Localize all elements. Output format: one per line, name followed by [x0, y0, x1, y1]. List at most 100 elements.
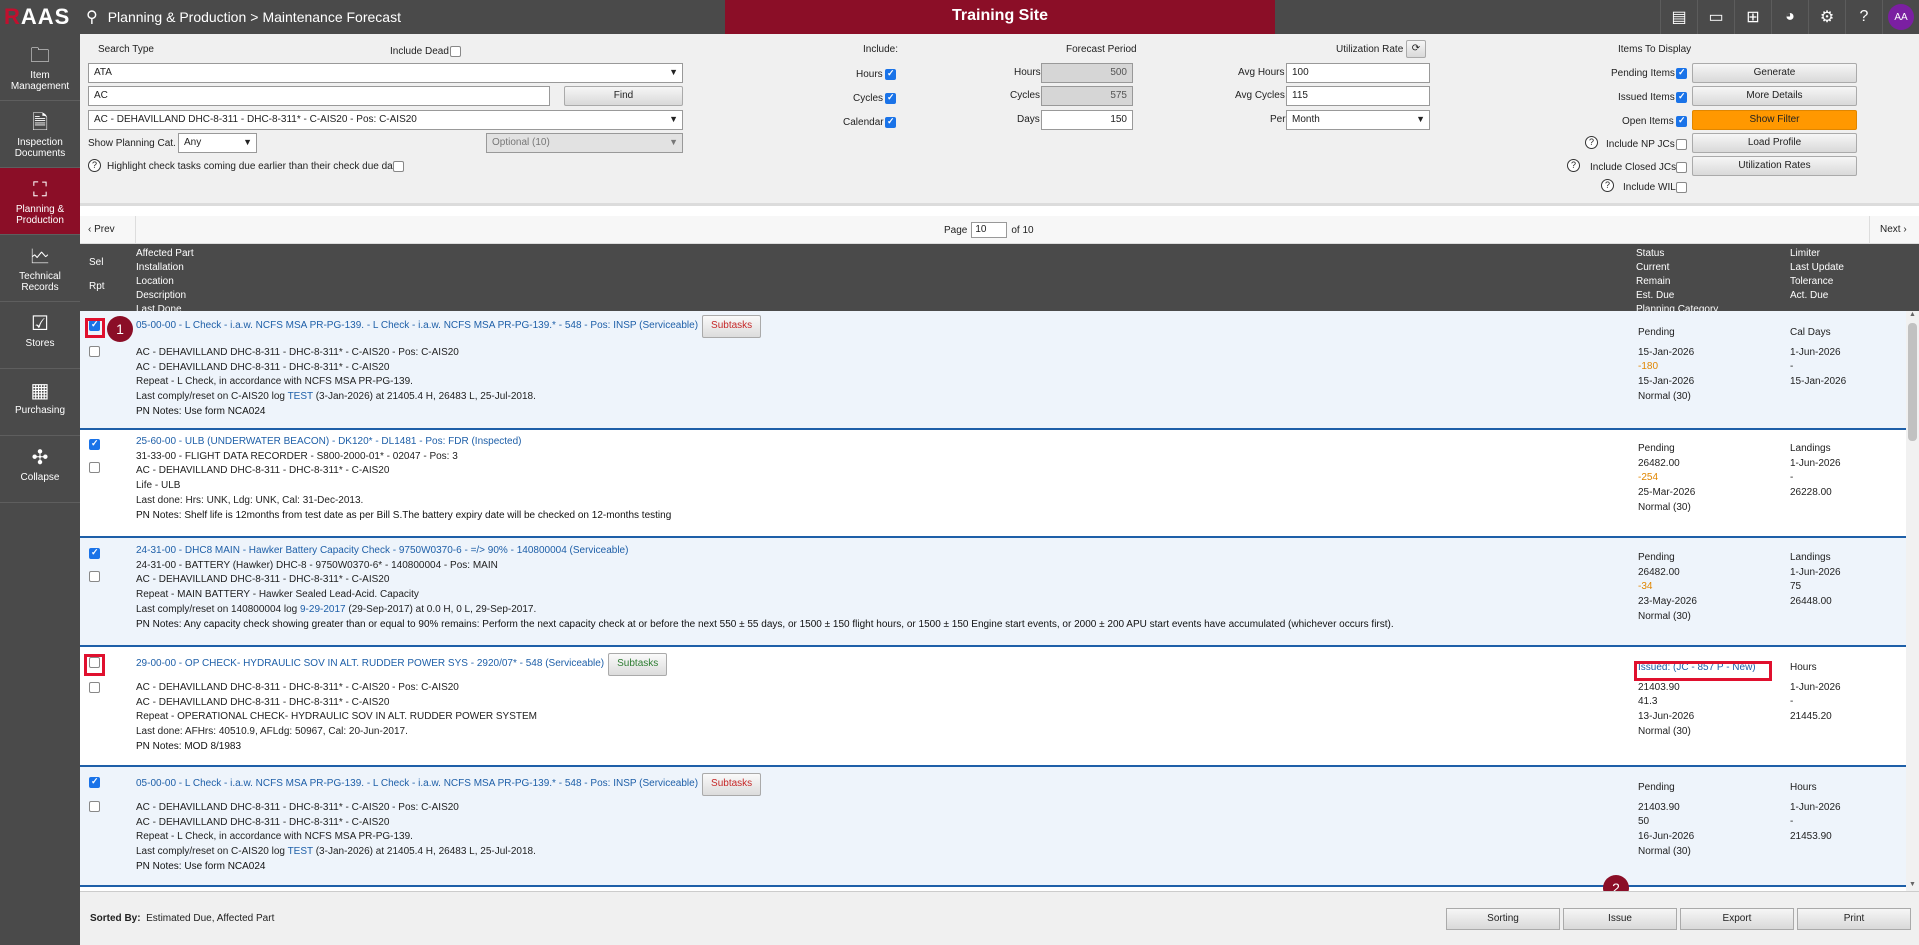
export-button[interactable]: Export: [1680, 908, 1794, 930]
table-scrollbar[interactable]: ▲ ▼: [1906, 311, 1919, 891]
status-text: Pending: [1638, 552, 1675, 563]
task-title-link[interactable]: 05-00-00 - L Check - i.a.w. NCFS MSA PR-…: [136, 778, 698, 789]
scroll-down-icon[interactable]: ▼: [1906, 881, 1919, 891]
fp-days-input[interactable]: 150: [1041, 110, 1133, 130]
chevron-down-icon: ▼: [669, 67, 678, 77]
generate-button[interactable]: Generate: [1692, 63, 1857, 83]
task-title-link[interactable]: 24-31-00 - DHC8 MAIN - Hawker Battery Ca…: [136, 544, 1394, 559]
filter-panel: Search Type Include Dead ATA ▼ AC Find AC…: [80, 34, 1919, 206]
search-type-label: Search Type: [98, 44, 154, 55]
breadcrumb-separator: >: [250, 9, 259, 25]
log-link[interactable]: TEST: [288, 391, 313, 402]
select-checkbox[interactable]: [89, 438, 100, 450]
highlight-checkbox[interactable]: [393, 161, 404, 172]
select-checkbox[interactable]: [89, 776, 100, 788]
table-row: 25-60-00 - ULB (UNDERWATER BEACON) - DK1…: [80, 430, 1906, 538]
avg-cycles-input[interactable]: 115: [1286, 86, 1430, 106]
planning-cat-select[interactable]: Any ▼: [178, 133, 257, 153]
top-bar: RAAS ⚲ Planning & Production > Maintenan…: [0, 0, 1919, 34]
status-text: Pending: [1638, 782, 1675, 793]
repeat-checkbox[interactable]: [89, 571, 100, 582]
avatar: AA: [1888, 4, 1914, 30]
app-logo[interactable]: RAAS: [0, 0, 80, 34]
header-sel: Sel Rpt: [89, 257, 105, 292]
select-checkbox[interactable]: [89, 547, 100, 559]
avg-hours-input[interactable]: 100: [1286, 63, 1430, 83]
refresh-icon[interactable]: ⟳: [1406, 40, 1426, 58]
scroll-up-icon[interactable]: ▲: [1906, 311, 1919, 321]
per-select[interactable]: Month ▼: [1286, 110, 1430, 130]
help-icon[interactable]: ?: [88, 159, 101, 172]
task-title-link[interactable]: 25-60-00 - ULB (UNDERWATER BEACON) - DK1…: [136, 435, 671, 450]
sidebar-item-inspection-documents[interactable]: 🗎 Inspection Documents: [0, 101, 80, 168]
table-row: 29-00-00 - OP CHECK- HYDRAULIC SOV IN AL…: [80, 647, 1906, 767]
sorting-button[interactable]: Sorting: [1446, 908, 1560, 930]
include-cycles-checkbox[interactable]: [885, 92, 896, 104]
log-link[interactable]: TEST: [288, 846, 313, 857]
more-details-button[interactable]: More Details: [1692, 86, 1857, 106]
optional-select[interactable]: Optional (10) ▼: [486, 133, 683, 153]
help-icon[interactable]: ?: [1601, 179, 1614, 192]
binoculars-icon: ⚲: [86, 9, 98, 26]
aircraft-select[interactable]: AC - DEHAVILLAND DHC-8-311 - DHC-8-311* …: [88, 110, 683, 130]
forecast-table-body: 05-00-00 - L Check - i.a.w. NCFS MSA PR-…: [80, 311, 1906, 891]
chat-icon[interactable]: ▭: [1697, 0, 1734, 34]
sidebar-item-technical-records[interactable]: 🗠 Technical Records: [0, 235, 80, 302]
include-calendar-checkbox[interactable]: [885, 116, 896, 128]
log-link[interactable]: 9-29-2017: [300, 604, 346, 615]
issued-items-label: Issued Items: [1618, 92, 1675, 103]
top-icon-bar: ▤ ▭ ⊞ ◕ ⚙ ? AA: [1660, 0, 1919, 34]
include-label: Include:: [863, 44, 899, 55]
include-closed-jcs-checkbox[interactable]: [1676, 162, 1687, 173]
print-button[interactable]: Print: [1797, 908, 1911, 930]
load-profile-button[interactable]: Load Profile: [1692, 133, 1857, 153]
scrollbar-thumb[interactable]: [1908, 323, 1917, 441]
calculator-icon: ▦: [30, 380, 50, 402]
help-icon[interactable]: ?: [1585, 136, 1598, 149]
settings-icon[interactable]: ⚙: [1808, 0, 1845, 34]
fp-cycles-input[interactable]: 575: [1041, 86, 1133, 106]
include-dead-checkbox[interactable]: [450, 46, 461, 57]
issue-button[interactable]: Issue: [1563, 908, 1677, 930]
open-items-checkbox[interactable]: [1676, 115, 1687, 127]
folder-icon: 🗀: [30, 45, 50, 67]
subtasks-button[interactable]: Subtasks: [702, 315, 762, 338]
sidebar-item-purchasing[interactable]: ▦ Purchasing: [0, 369, 80, 436]
page-input[interactable]: 10: [971, 222, 1008, 238]
user-menu[interactable]: AA: [1882, 0, 1919, 34]
sidebar-item-stores[interactable]: ☑ Stores: [0, 302, 80, 369]
contact-card-icon[interactable]: ▤: [1660, 0, 1697, 34]
prev-button[interactable]: ‹ Prev: [80, 216, 136, 244]
pending-items-checkbox[interactable]: [1676, 67, 1687, 79]
issued-items-checkbox[interactable]: [1676, 91, 1687, 103]
repeat-checkbox[interactable]: [89, 682, 100, 693]
fp-hours-input[interactable]: 500: [1041, 63, 1133, 83]
repeat-checkbox[interactable]: [89, 346, 100, 357]
help-icon[interactable]: ?: [1845, 0, 1882, 34]
help-icon[interactable]: ?: [1567, 159, 1580, 172]
repeat-checkbox[interactable]: [89, 801, 100, 812]
table-row: 05-00-00 - L Check - i.a.w. NCFS MSA PR-…: [80, 767, 1906, 887]
include-np-jcs-checkbox[interactable]: [1676, 139, 1687, 150]
repeat-checkbox[interactable]: [89, 462, 100, 473]
sidebar-item-planning-production[interactable]: ⛶ Planning & Production: [0, 168, 80, 235]
add-icon[interactable]: ⊞: [1734, 0, 1771, 34]
include-hours-checkbox[interactable]: [885, 68, 896, 80]
next-button[interactable]: Next ›: [1869, 216, 1919, 244]
header-status: Status Current Remain Est. Due Planning …: [1636, 248, 1719, 315]
breadcrumb-section[interactable]: Planning & Production: [108, 9, 247, 25]
subtasks-button[interactable]: Subtasks: [608, 653, 668, 676]
task-title-link[interactable]: 05-00-00 - L Check - i.a.w. NCFS MSA PR-…: [136, 320, 698, 331]
search-input[interactable]: AC: [88, 86, 550, 106]
sidebar-item-item-management[interactable]: 🗀 Item Management: [0, 34, 80, 101]
sidebar-item-collapse[interactable]: ✣ Collapse: [0, 436, 80, 503]
include-wil-checkbox[interactable]: [1676, 182, 1687, 193]
chevron-down-icon: ▼: [669, 137, 678, 147]
subtasks-button[interactable]: Subtasks: [702, 773, 762, 796]
utilization-rates-button[interactable]: Utilization Rates: [1692, 156, 1857, 176]
pie-chart-icon[interactable]: ◕: [1771, 0, 1808, 34]
show-filter-button[interactable]: Show Filter: [1692, 110, 1857, 130]
search-type-select[interactable]: ATA ▼: [88, 63, 683, 83]
find-button[interactable]: Find: [564, 86, 683, 106]
task-title-link[interactable]: 29-00-00 - OP CHECK- HYDRAULIC SOV IN AL…: [136, 658, 604, 669]
